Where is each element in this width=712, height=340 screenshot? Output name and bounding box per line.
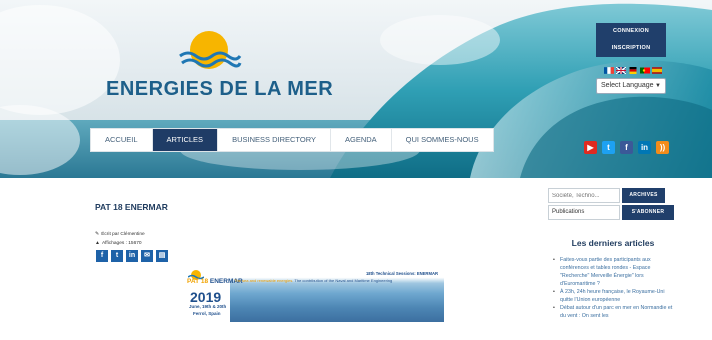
flag-fr-icon[interactable] (604, 67, 614, 74)
banner-place: Ferrol, Spain (193, 311, 221, 316)
flag-uk-icon[interactable] (616, 67, 626, 74)
pencil-icon: ✎ (95, 231, 100, 237)
chevron-down-icon: ▼ (655, 83, 661, 89)
flag-de-icon[interactable] (628, 67, 638, 74)
social-links: ▶ t f in)) (584, 141, 669, 154)
language-flags (604, 67, 662, 74)
share-buttons: f t in ✉ ▤ (96, 250, 168, 262)
language-select[interactable]: Select Language ▼ (596, 78, 666, 94)
article-views: ▲ Affichages : 15670 (95, 240, 142, 246)
flag-es-icon[interactable] (652, 67, 662, 74)
share-print-icon[interactable]: ▤ (156, 250, 168, 262)
nav-item[interactable]: AGENDA (331, 129, 392, 151)
nav-item[interactable]: ARTICLES (152, 129, 219, 151)
twitter-icon[interactable]: t (602, 141, 615, 154)
banner-year: 2019 (190, 289, 222, 305)
page-title: PAT 18 ENERMAR (95, 202, 168, 212)
flag-pt-icon[interactable] (640, 67, 650, 74)
views-text: Affichages : 15670 (101, 241, 142, 246)
nav-item[interactable]: ACCUEIL (91, 129, 153, 151)
subscribe-button[interactable]: S'ABONNER (622, 205, 674, 220)
event-banner-image: PAT 18 ENERMAR 2019 June, 19th & 20th Fe… (184, 265, 444, 322)
author-text: Écrit par Clémentine (101, 232, 145, 237)
header-banner: ENERGIES DE LA MER CONNEXION INSCRIPTION… (0, 0, 712, 178)
banner-subtitle: The sea and renewable energies. The cont… (234, 278, 393, 283)
share-email-icon[interactable]: ✉ (141, 250, 153, 262)
banner-session: 18th Technical Sessions: ENERMAR (365, 271, 438, 276)
language-select-value: Select Language (601, 82, 654, 89)
nav-item[interactable]: BUSINESS DIRECTORY (218, 129, 331, 151)
logo-sun-icon (179, 31, 242, 69)
banner-dates: June, 19th & 20th (189, 304, 227, 309)
share-twitter-icon[interactable]: t (111, 250, 123, 262)
main-nav: ACCUEIL ARTICLES BUSINESS DIRECTORY AGENDA Q… (90, 128, 494, 152)
latest-article-link[interactable]: Faites-vous partie des participants aux … (553, 256, 675, 288)
latest-articles-title: Les derniers articles (571, 238, 655, 248)
latest-articles-list: Faites-vous partie des participants aux … (553, 256, 675, 320)
linkedin-icon[interactable]: in (638, 141, 651, 154)
share-facebook-icon[interactable]: f (96, 250, 108, 262)
signup-button[interactable]: INSCRIPTION (596, 40, 666, 57)
nav-item[interactable]: QUI SOMMES-NOUS (392, 129, 493, 151)
views-icon: ▲ (95, 240, 100, 246)
youtube-icon[interactable]: ▶ (584, 141, 597, 154)
latest-article-link[interactable]: À 23h, 24h heure française, le Royaume-U… (553, 288, 675, 304)
rss-icon[interactable]: )) (656, 141, 669, 154)
search-input[interactable] (548, 188, 620, 203)
archives-button[interactable]: ARCHIVES (622, 188, 665, 203)
newsletter-select[interactable]: Publications (548, 205, 620, 220)
site-logo-text[interactable]: ENERGIES DE LA MER (106, 78, 333, 101)
article-author: ✎ Écrit par Clémentine (95, 231, 145, 237)
facebook-icon[interactable]: f (620, 141, 633, 154)
share-linkedin-icon[interactable]: in (126, 250, 138, 262)
latest-article-link[interactable]: Débat autour d'un parc en mer en Normand… (553, 304, 675, 320)
login-button[interactable]: CONNEXION (596, 23, 666, 40)
